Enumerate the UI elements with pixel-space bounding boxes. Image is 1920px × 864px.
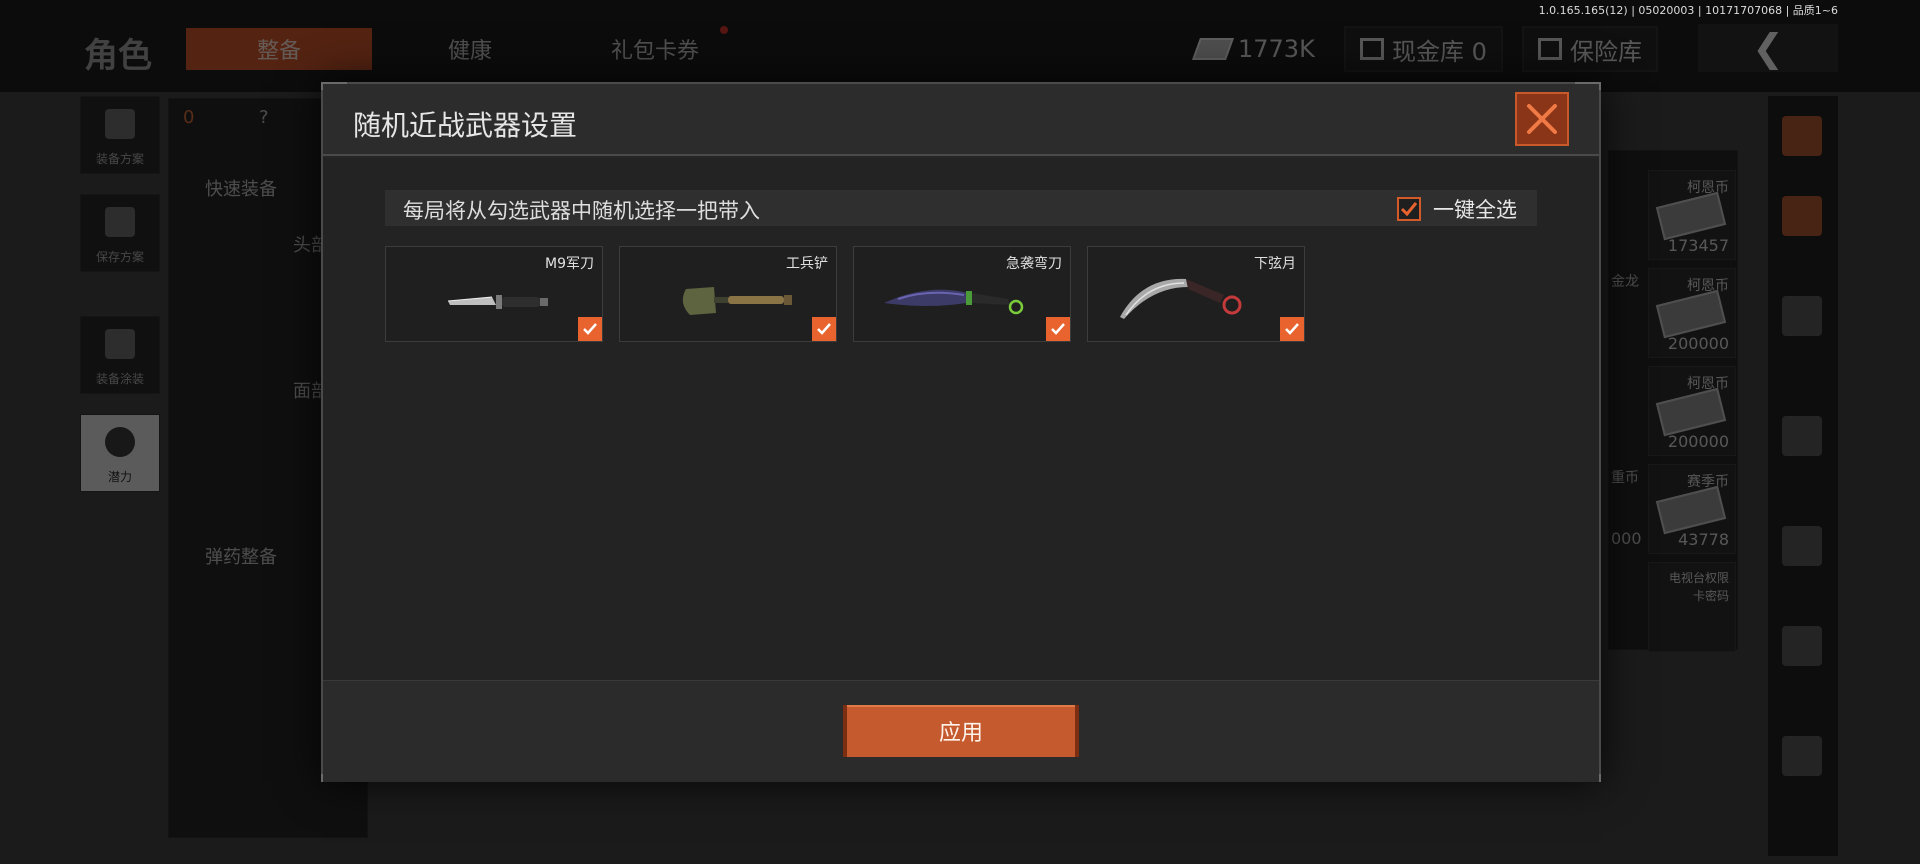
cash-vault-button[interactable]: 现金库 0 [1344, 26, 1503, 72]
cash-vault-label: 现金库 0 [1392, 37, 1487, 66]
armor-count: 0 [183, 107, 195, 128]
tab-label: 整备 [256, 39, 301, 64]
weapon-name: 急袭弯刀 [1006, 256, 1062, 272]
checkmark-icon [817, 323, 831, 335]
item-value: 200000 [1667, 432, 1729, 451]
cash-icon [1191, 38, 1235, 60]
right-rail [1768, 96, 1838, 856]
power-hex-icon [105, 427, 135, 457]
karambit-icon [1120, 278, 1242, 319]
back-button[interactable]: ❮ [1698, 24, 1838, 72]
gear-stack-icon[interactable] [1782, 196, 1822, 236]
weapon-card-shovel[interactable]: 工兵铲 [619, 246, 837, 342]
soldier-icon [105, 329, 135, 359]
item-value: 43778 [1678, 530, 1729, 549]
weapon-name: M9军刀 [545, 256, 594, 272]
dialog-title: 随机近战武器设置 [353, 109, 578, 142]
download-icon [105, 207, 135, 237]
page-title: 角色 [84, 36, 152, 76]
grenade-icon[interactable] [1782, 736, 1822, 776]
banknote-icon [1655, 387, 1727, 437]
tab-label: 健康 [447, 39, 492, 64]
stash-item[interactable]: 电视台权限卡密码 [1648, 562, 1736, 652]
nav-label: 保存方案 [95, 250, 144, 264]
stash-item[interactable]: 赛季币 43778 [1648, 464, 1736, 554]
select-all-toggle[interactable]: 一键全选 [1397, 194, 1517, 224]
ammo-button[interactable]: 弹药整备 [205, 543, 277, 569]
nav-label: 装备涂装 [95, 372, 144, 386]
partial-label: 重币 [1611, 470, 1639, 486]
vest-icon [105, 109, 135, 139]
nav-label: 装备方案 [95, 152, 144, 166]
apply-button[interactable]: 应用 [843, 705, 1079, 757]
partial-label: 000 [1611, 529, 1642, 548]
banknote-icon [1655, 485, 1727, 535]
machete-icon [884, 289, 1024, 315]
magazine-icon[interactable] [1782, 526, 1822, 566]
helmet-icon[interactable] [1782, 296, 1822, 336]
weapon-name: 工兵铲 [786, 256, 828, 272]
chevron-left-icon: ❮ [1752, 26, 1784, 70]
dialog-footer: 应用 [323, 680, 1599, 782]
weapon-checkbox[interactable] [1280, 317, 1304, 341]
safe-icon [1538, 38, 1562, 60]
random-melee-dialog: 随机近战武器设置 每局将从勾选武器中随机选择一把带入 一键全选 M9军刀 工兵铲… [321, 82, 1601, 782]
weapon-card-m9[interactable]: M9军刀 [385, 246, 603, 342]
banknote-icon [1655, 289, 1727, 339]
stash-item[interactable]: 柯恩币 200000 [1648, 268, 1736, 358]
weapon-checkbox[interactable] [812, 317, 836, 341]
currency-value: 1773K [1238, 35, 1315, 63]
nav-label: 潜力 [107, 470, 132, 484]
weapon-checkbox[interactable] [578, 317, 602, 341]
weapon-card-machete[interactable]: 急袭弯刀 [853, 246, 1071, 342]
shovel-icon [682, 287, 792, 315]
nav-skin[interactable]: 装备涂装 [80, 316, 160, 394]
tab-label: 礼包卡券 [610, 39, 699, 64]
version-text: 1.0.165.165(12) | 05020003 | 10171707068… [1538, 4, 1838, 17]
checkmark-icon [1400, 202, 1418, 217]
instruction-bar: 每局将从勾选武器中随机选择一把带入 一键全选 [385, 190, 1537, 226]
checkmark-icon [583, 323, 597, 335]
item-value: 173457 [1667, 236, 1729, 255]
partial-label: 金龙 [1611, 274, 1639, 290]
left-nav: 装备方案 保存方案 装备涂装 潜力 [80, 96, 160, 512]
instruction-text: 每局将从勾选武器中随机选择一把带入 [403, 199, 760, 223]
close-button[interactable] [1515, 92, 1569, 146]
item-name: 电视台权限 [1668, 571, 1729, 585]
weapon-name: 下弦月 [1254, 256, 1296, 272]
combat-knife-icon [447, 295, 548, 309]
tab-gift-cards[interactable]: 礼包卡券 [590, 26, 728, 70]
dialog-body: 每局将从勾选武器中随机选择一把带入 一键全选 M9军刀 工兵铲 急袭弯刀 下弦月 [323, 158, 1599, 680]
nav-equip-plan[interactable]: 装备方案 [80, 96, 160, 174]
select-all-checkbox[interactable] [1397, 197, 1421, 221]
tab-equip[interactable]: 整备 [186, 28, 372, 70]
checkmark-icon [1285, 323, 1299, 335]
quick-equip-button[interactable]: 快速装备 [205, 175, 277, 201]
attachment-icon[interactable] [1782, 626, 1822, 666]
weapon-card-karambit[interactable]: 下弦月 [1087, 246, 1305, 342]
currency-display: 1773K [1191, 26, 1315, 72]
vault-icon [1360, 38, 1384, 60]
nav-potential[interactable]: 潜力 [80, 414, 160, 492]
layers-icon[interactable] [1782, 116, 1822, 156]
dialog-header: 随机近战武器设置 [323, 84, 1599, 156]
help-icon[interactable]: ? [259, 107, 269, 128]
stash-item[interactable]: 柯恩币 173457 [1648, 170, 1736, 260]
item-name: 卡密码 [1692, 589, 1729, 603]
item-value: 200000 [1667, 334, 1729, 353]
weapon-checkbox[interactable] [1046, 317, 1070, 341]
close-icon [1527, 104, 1557, 134]
checkmark-icon [1051, 323, 1065, 335]
nav-save-plan[interactable]: 保存方案 [80, 194, 160, 272]
rifle-icon[interactable] [1782, 416, 1822, 456]
screen: 角色 整备 健康 礼包卡券 1773K 现金库 0 保险库 ❮ 装备方案 保存方… [0, 0, 1920, 864]
stash-item[interactable]: 柯恩币 200000 [1648, 366, 1736, 456]
select-all-label: 一键全选 [1433, 198, 1517, 222]
tab-health[interactable]: 健康 [420, 28, 520, 70]
notification-dot [720, 26, 728, 34]
safe-box-button[interactable]: 保险库 [1522, 26, 1658, 72]
safe-box-label: 保险库 [1570, 37, 1642, 66]
banknote-icon [1655, 191, 1727, 241]
